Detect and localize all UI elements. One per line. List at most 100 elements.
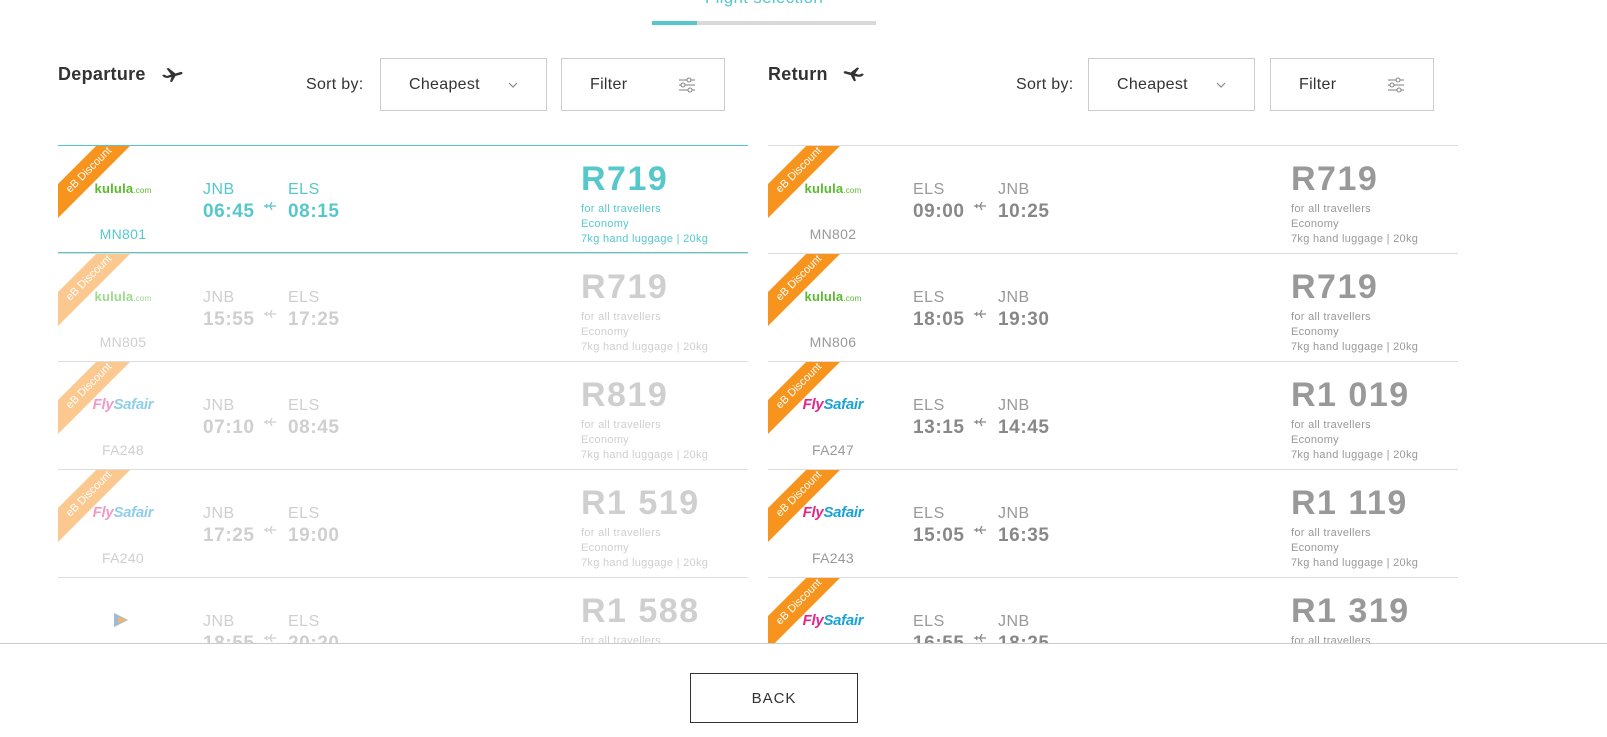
flight-number: FA240 (102, 550, 144, 566)
cabin-class: Economy (581, 326, 629, 338)
cabin-class: Economy (581, 434, 629, 446)
flight-row[interactable]: eB Discount FlySafair FA243 ELS 15:05 JNB 16:3… (768, 469, 1458, 577)
departure-time: 13:15 (913, 417, 965, 438)
flight-row[interactable]: eB Discount FlySafair FA248 JNB 07:10 ELS 08:4… (58, 361, 748, 469)
flight-row[interactable]: eB Discount FlySafair FA247 ELS 13:15 JNB 14:4… (768, 361, 1458, 469)
baggage-info: 7kg hand luggage | 20kg (581, 233, 709, 245)
plane-landing-icon (843, 67, 864, 82)
origin-code: JNB (203, 397, 235, 414)
sliders-icon (1388, 76, 1404, 93)
flysafair-logo: FlySafair (802, 611, 864, 629)
travellers-note: for all travellers (1291, 203, 1371, 215)
sort-label: Sort by: (306, 76, 364, 93)
price: R719 (581, 160, 669, 198)
cabin-class: Economy (1291, 326, 1339, 338)
baggage-info: 7kg hand luggage | 20kg (581, 341, 709, 353)
arrival-time: 08:15 (288, 201, 340, 222)
travellers-note: for all travellers (1291, 311, 1371, 323)
arrival-time: 17:25 (288, 309, 340, 330)
plane-icon (264, 309, 276, 319)
travellers-note: for all travellers (581, 311, 661, 323)
price: R1 588 (581, 592, 700, 630)
departure-time: 18:55 (203, 633, 255, 643)
destination-code: JNB (998, 397, 1030, 414)
cabin-class: Economy (1291, 218, 1339, 230)
cabin-class: Economy (581, 218, 629, 230)
price: R1 519 (581, 484, 700, 522)
arrival-time: 14:45 (998, 417, 1050, 438)
departure-title-text: Departure (58, 63, 146, 84)
flight-row[interactable]: JNB 18:55 ELS 20:20 R1 588 for all travellers (58, 577, 748, 643)
departure-time: 09:00 (913, 201, 965, 222)
origin-code: JNB (203, 289, 235, 306)
destination-code: ELS (288, 613, 320, 630)
return-filter-button[interactable]: Filter (1270, 58, 1434, 111)
destination-code: ELS (288, 505, 320, 522)
sliders-icon (679, 76, 695, 93)
destination-code: JNB (998, 181, 1030, 198)
plane-icon (974, 633, 986, 643)
arrival-time: 08:45 (288, 417, 340, 438)
back-button[interactable]: BACK (690, 673, 858, 723)
airline-logo: FlySafair (88, 500, 158, 524)
flight-row[interactable]: eB Discount kulula.com MN806 ELS 18:05 JNB 19:… (768, 253, 1458, 361)
departure-title: Departure (58, 62, 184, 86)
plane-icon (974, 417, 986, 427)
departure-filter-button[interactable]: Filter (561, 58, 725, 111)
departure-time: 07:10 (203, 417, 255, 438)
filter-label: Filter (590, 75, 628, 93)
return-title-text: Return (768, 63, 828, 84)
travellers-note: for all travellers (1291, 419, 1371, 431)
arrival-time: 19:30 (998, 309, 1050, 330)
destination-code: ELS (288, 181, 320, 198)
departure-sort-select[interactable]: Cheapest (380, 58, 547, 111)
departure-header: Departure Sort by: Cheapest Filter (58, 58, 748, 114)
plane-icon (974, 201, 986, 211)
departure-column: Departure Sort by: Cheapest Filter eB Di… (58, 0, 748, 643)
price: R719 (1291, 160, 1379, 198)
price: R1 319 (1291, 592, 1410, 630)
kulula-logo: kulula.com (804, 180, 862, 196)
flight-number: FA248 (102, 442, 144, 458)
flight-number: MN801 (99, 226, 147, 242)
saa-logo (114, 613, 128, 627)
baggage-info: 7kg hand luggage | 20kg (581, 557, 709, 569)
return-sort-select[interactable]: Cheapest (1088, 58, 1255, 111)
travellers-note: for all travellers (1291, 527, 1371, 539)
departure-time: 18:05 (913, 309, 965, 330)
plane-icon (264, 417, 276, 427)
airline-logo: FlySafair (798, 608, 868, 632)
chevron-down-icon (1216, 82, 1226, 88)
flysafair-logo: FlySafair (92, 503, 154, 521)
baggage-info: 7kg hand luggage | 20kg (1291, 557, 1419, 569)
return-flight-list: eB Discount kulula.com MN802 ELS 09:00 JNB 10:… (768, 145, 1458, 643)
origin-code: ELS (913, 289, 945, 306)
departure-flight-list: eB Discount kulula.com MN801 JNB 06:45 ELS 08:… (58, 145, 748, 643)
flysafair-logo: FlySafair (802, 503, 864, 521)
flight-row[interactable]: eB Discount kulula.com MN805 JNB 15:55 ELS 17:… (58, 253, 748, 361)
flight-number: MN806 (809, 334, 857, 350)
plane-icon (974, 525, 986, 535)
airline-logo: kulula.com (798, 284, 868, 308)
baggage-info: 7kg hand luggage | 20kg (1291, 233, 1419, 245)
origin-code: JNB (203, 505, 235, 522)
price: R1 119 (1291, 484, 1408, 522)
baggage-info: 7kg hand luggage | 20kg (1291, 449, 1419, 461)
travellers-note: for all travellers (581, 527, 661, 539)
flight-row[interactable]: eB Discount kulula.com MN802 ELS 09:00 JNB 10:… (768, 145, 1458, 253)
flight-row[interactable]: eB Discount kulula.com MN801 JNB 06:45 ELS 08:… (58, 145, 748, 253)
flight-row[interactable]: eB DiscountFlySafairELS16:55JNB18:25R1 3… (768, 577, 1458, 643)
departure-time: 06:45 (203, 201, 255, 222)
destination-code: ELS (288, 397, 320, 414)
destination-code: ELS (288, 289, 320, 306)
travellers-note: for all travellers (581, 203, 661, 215)
cabin-class: Economy (1291, 542, 1339, 554)
travellers-note: for all travellers (581, 419, 661, 431)
flight-row[interactable]: eB Discount FlySafair FA240 JNB 17:25 ELS 19:0… (58, 469, 748, 577)
price: R719 (581, 268, 669, 306)
flight-number: MN802 (809, 226, 857, 242)
flysafair-logo: FlySafair (92, 395, 154, 413)
arrival-time: 20:20 (288, 633, 340, 643)
travellers-note: for all travellers (1291, 635, 1371, 643)
cabin-class: Economy (1291, 434, 1339, 446)
